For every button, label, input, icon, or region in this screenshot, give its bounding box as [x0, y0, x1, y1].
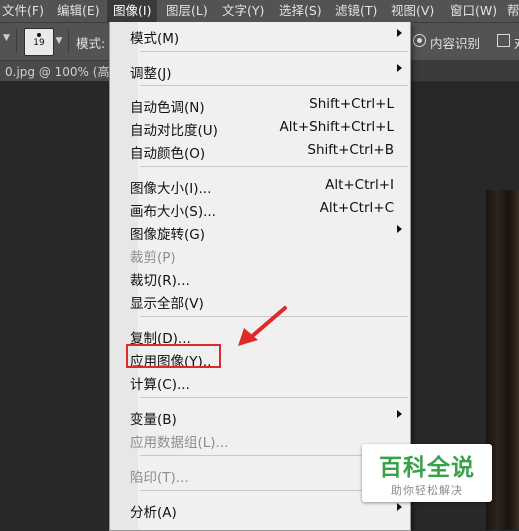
- menu-item-label: 模式(M): [130, 31, 180, 47]
- menu-edit[interactable]: 编辑(E): [57, 0, 101, 22]
- watermark-subtitle: 助你轻松解决: [391, 484, 463, 497]
- menu-bar: 文件(F) 编辑(E) 图像(I) 图层(L) 文字(Y) 选择(S) 滤镜(T…: [0, 0, 519, 23]
- submenu-arrow-icon: [397, 503, 402, 511]
- menu-type[interactable]: 文字(Y): [222, 0, 266, 22]
- menu-item-auto-color[interactable]: 自动颜色(O) Shift+Ctrl+B: [110, 139, 410, 162]
- submenu-arrow-icon: [397, 29, 402, 37]
- menu-item-label: 裁切(R)...: [130, 273, 190, 289]
- menu-item-label: 自动颜色(O): [130, 146, 206, 162]
- menu-item-image-size[interactable]: 图像大小(I)... Alt+Ctrl+I: [110, 174, 410, 197]
- menu-item-label: 裁剪(P): [130, 250, 176, 266]
- menu-view[interactable]: 视图(V): [391, 0, 435, 22]
- brush-tip-icon: [37, 33, 41, 37]
- menu-item-label: 计算(C)...: [130, 377, 190, 393]
- brush-preset-picker[interactable]: 19: [24, 28, 54, 56]
- menu-item-auto-contrast[interactable]: 自动对比度(U) Alt+Shift+Ctrl+L: [110, 116, 410, 139]
- menu-select[interactable]: 选择(S): [279, 0, 323, 22]
- brush-size-value: 19: [33, 38, 45, 48]
- menu-separator: [140, 51, 408, 52]
- tool-preset-arrow-icon[interactable]: ▼: [3, 33, 10, 43]
- menu-item-canvas-size[interactable]: 画布大小(S)... Alt+Ctrl+C: [110, 197, 410, 220]
- menu-item-label: 自动色调(N): [130, 100, 205, 116]
- menu-item-shortcut: Alt+Ctrl+C: [319, 200, 394, 216]
- menu-item-variables[interactable]: 变量(B): [110, 405, 410, 428]
- menu-item-calculations[interactable]: 计算(C)...: [110, 370, 410, 393]
- menu-file[interactable]: 文件(F): [2, 0, 46, 22]
- menu-item-label: 显示全部(V): [130, 296, 204, 312]
- menu-item-shortcut: Alt+Shift+Ctrl+L: [279, 119, 394, 135]
- menu-item-shortcut: Shift+Ctrl+L: [309, 96, 394, 112]
- menu-image[interactable]: 图像(I): [107, 0, 157, 22]
- menu-item-label: 分析(A): [130, 505, 177, 521]
- menu-item-label: 图像大小(I)...: [130, 181, 212, 197]
- submenu-arrow-icon: [397, 225, 402, 233]
- menu-item-label: 图像旋转(G): [130, 227, 205, 243]
- menu-separator: [140, 397, 408, 398]
- content-aware-radio[interactable]: [413, 34, 426, 47]
- menu-item-label: 变量(B): [130, 412, 177, 428]
- menu-separator: [140, 166, 408, 167]
- menu-item-mode[interactable]: 模式(M): [110, 24, 410, 47]
- mode-label: 模式:: [76, 36, 106, 51]
- highlight-box: [126, 344, 221, 368]
- submenu-arrow-icon: [397, 410, 402, 418]
- menu-item-shortcut: Shift+Ctrl+B: [307, 142, 394, 158]
- content-aware-label: 内容识别: [430, 36, 481, 51]
- watermark-title: 百科全说: [379, 455, 475, 481]
- menu-help[interactable]: 帮: [507, 0, 519, 22]
- divider: [16, 29, 17, 53]
- menu-item-shortcut: Alt+Ctrl+I: [325, 177, 394, 193]
- menu-item-crop: 裁剪(P): [110, 243, 410, 266]
- menu-window[interactable]: 窗口(W): [450, 0, 500, 22]
- document-tab[interactable]: 0.jpg @ 100% (高亮: [0, 61, 121, 81]
- menu-item-label: 画布大小(S)...: [130, 204, 216, 220]
- menu-item-adjustments[interactable]: 调整(J): [110, 59, 410, 82]
- brush-dropdown-arrow-icon[interactable]: ▼: [54, 32, 64, 50]
- document-tab-title: 0.jpg @ 100% (高亮: [5, 65, 122, 79]
- pointer-arrow-icon: [238, 306, 287, 346]
- submenu-arrow-icon: [397, 64, 402, 72]
- menu-item-label: 调整(J): [130, 66, 172, 82]
- menu-item-trim[interactable]: 裁切(R)...: [110, 266, 410, 289]
- menu-item-auto-tone[interactable]: 自动色调(N) Shift+Ctrl+L: [110, 93, 410, 116]
- menu-separator: [140, 85, 408, 86]
- watermark-logo: 百科全说 助你轻松解决: [362, 444, 492, 502]
- sample-all-layers-checkbox[interactable]: [497, 34, 510, 47]
- menu-item-image-rotation[interactable]: 图像旋转(G): [110, 220, 410, 243]
- divider: [68, 29, 69, 53]
- menu-filter[interactable]: 滤镜(T): [335, 0, 379, 22]
- menu-layer[interactable]: 图层(L): [166, 0, 210, 22]
- menu-item-label: 陷印(T)...: [130, 470, 189, 486]
- menu-item-label: 自动对比度(U): [130, 123, 218, 139]
- menu-item-label: 应用数据组(L)...: [130, 435, 229, 451]
- sample-all-layers-label: 对: [514, 33, 519, 52]
